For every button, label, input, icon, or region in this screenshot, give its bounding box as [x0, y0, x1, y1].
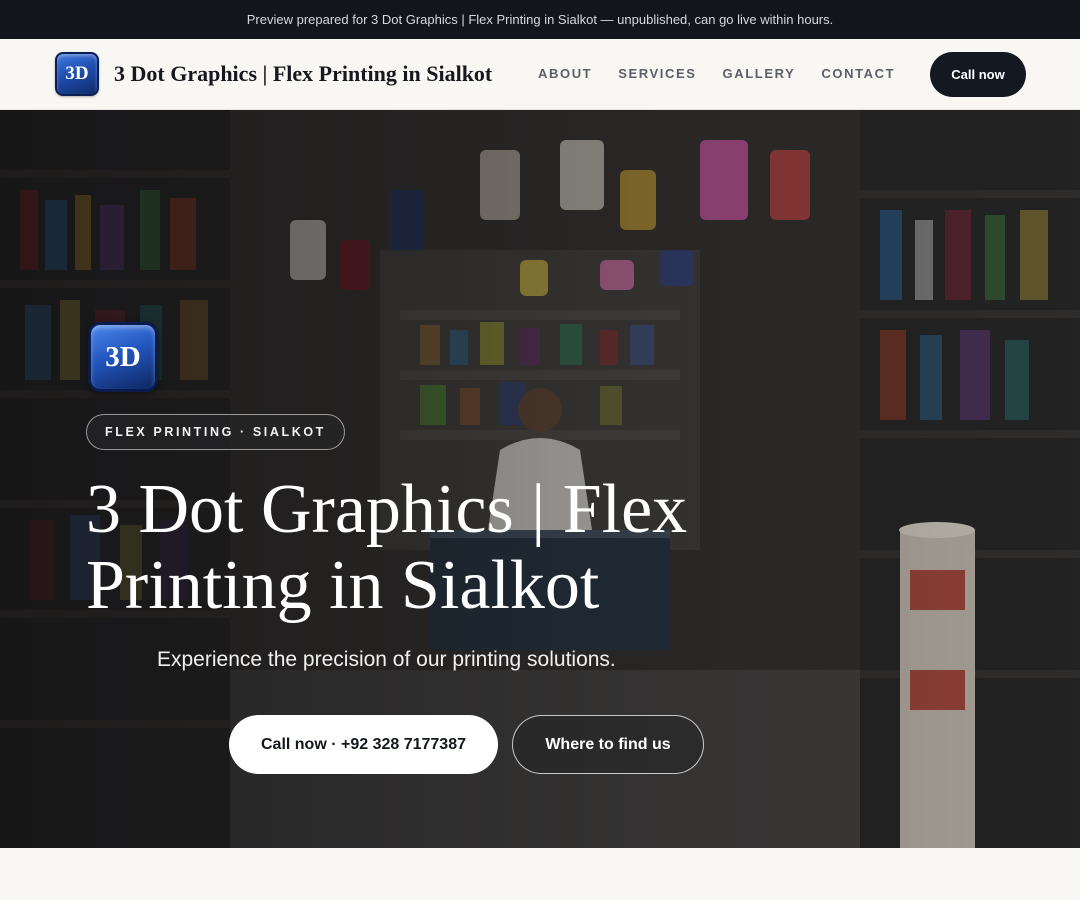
hero-title: 3 Dot Graphics | Flex Printing in Sialko… — [86, 471, 688, 624]
site-header: 3D 3 Dot Graphics | Flex Printing in Sia… — [0, 39, 1080, 110]
preview-banner-text: Preview prepared for 3 Dot Graphics | Fl… — [246, 12, 834, 27]
hero-subtitle: Experience the precision of our printing… — [157, 648, 616, 671]
brand-name: 3 Dot Graphics | Flex Printing in Sialko… — [114, 61, 493, 86]
next-section — [0, 848, 1080, 900]
nav-about[interactable]: ABOUT — [538, 66, 592, 81]
main-nav: ABOUT SERVICES GALLERY CONTACT — [538, 66, 921, 81]
header-call-button[interactable]: Call now — [930, 52, 1026, 97]
hero-logo-icon: 3D — [88, 322, 158, 392]
nav-services[interactable]: SERVICES — [618, 66, 696, 81]
logo-icon: 3D — [55, 52, 99, 96]
nav-contact[interactable]: CONTACT — [821, 66, 895, 81]
hero-call-button[interactable]: Call now · +92 328 7177387 — [229, 715, 498, 774]
hero-eyebrow-badge: FLEX PRINTING · SIALKOT — [86, 414, 345, 450]
preview-banner: Preview prepared for 3 Dot Graphics | Fl… — [0, 0, 1080, 39]
hero-section: 3D FLEX PRINTING · SIALKOT 3 Dot Graphic… — [0, 110, 1080, 848]
brand[interactable]: 3D 3 Dot Graphics | Flex Printing in Sia… — [55, 52, 492, 96]
nav-gallery[interactable]: GALLERY — [723, 66, 796, 81]
hero-location-button[interactable]: Where to find us — [512, 715, 704, 774]
